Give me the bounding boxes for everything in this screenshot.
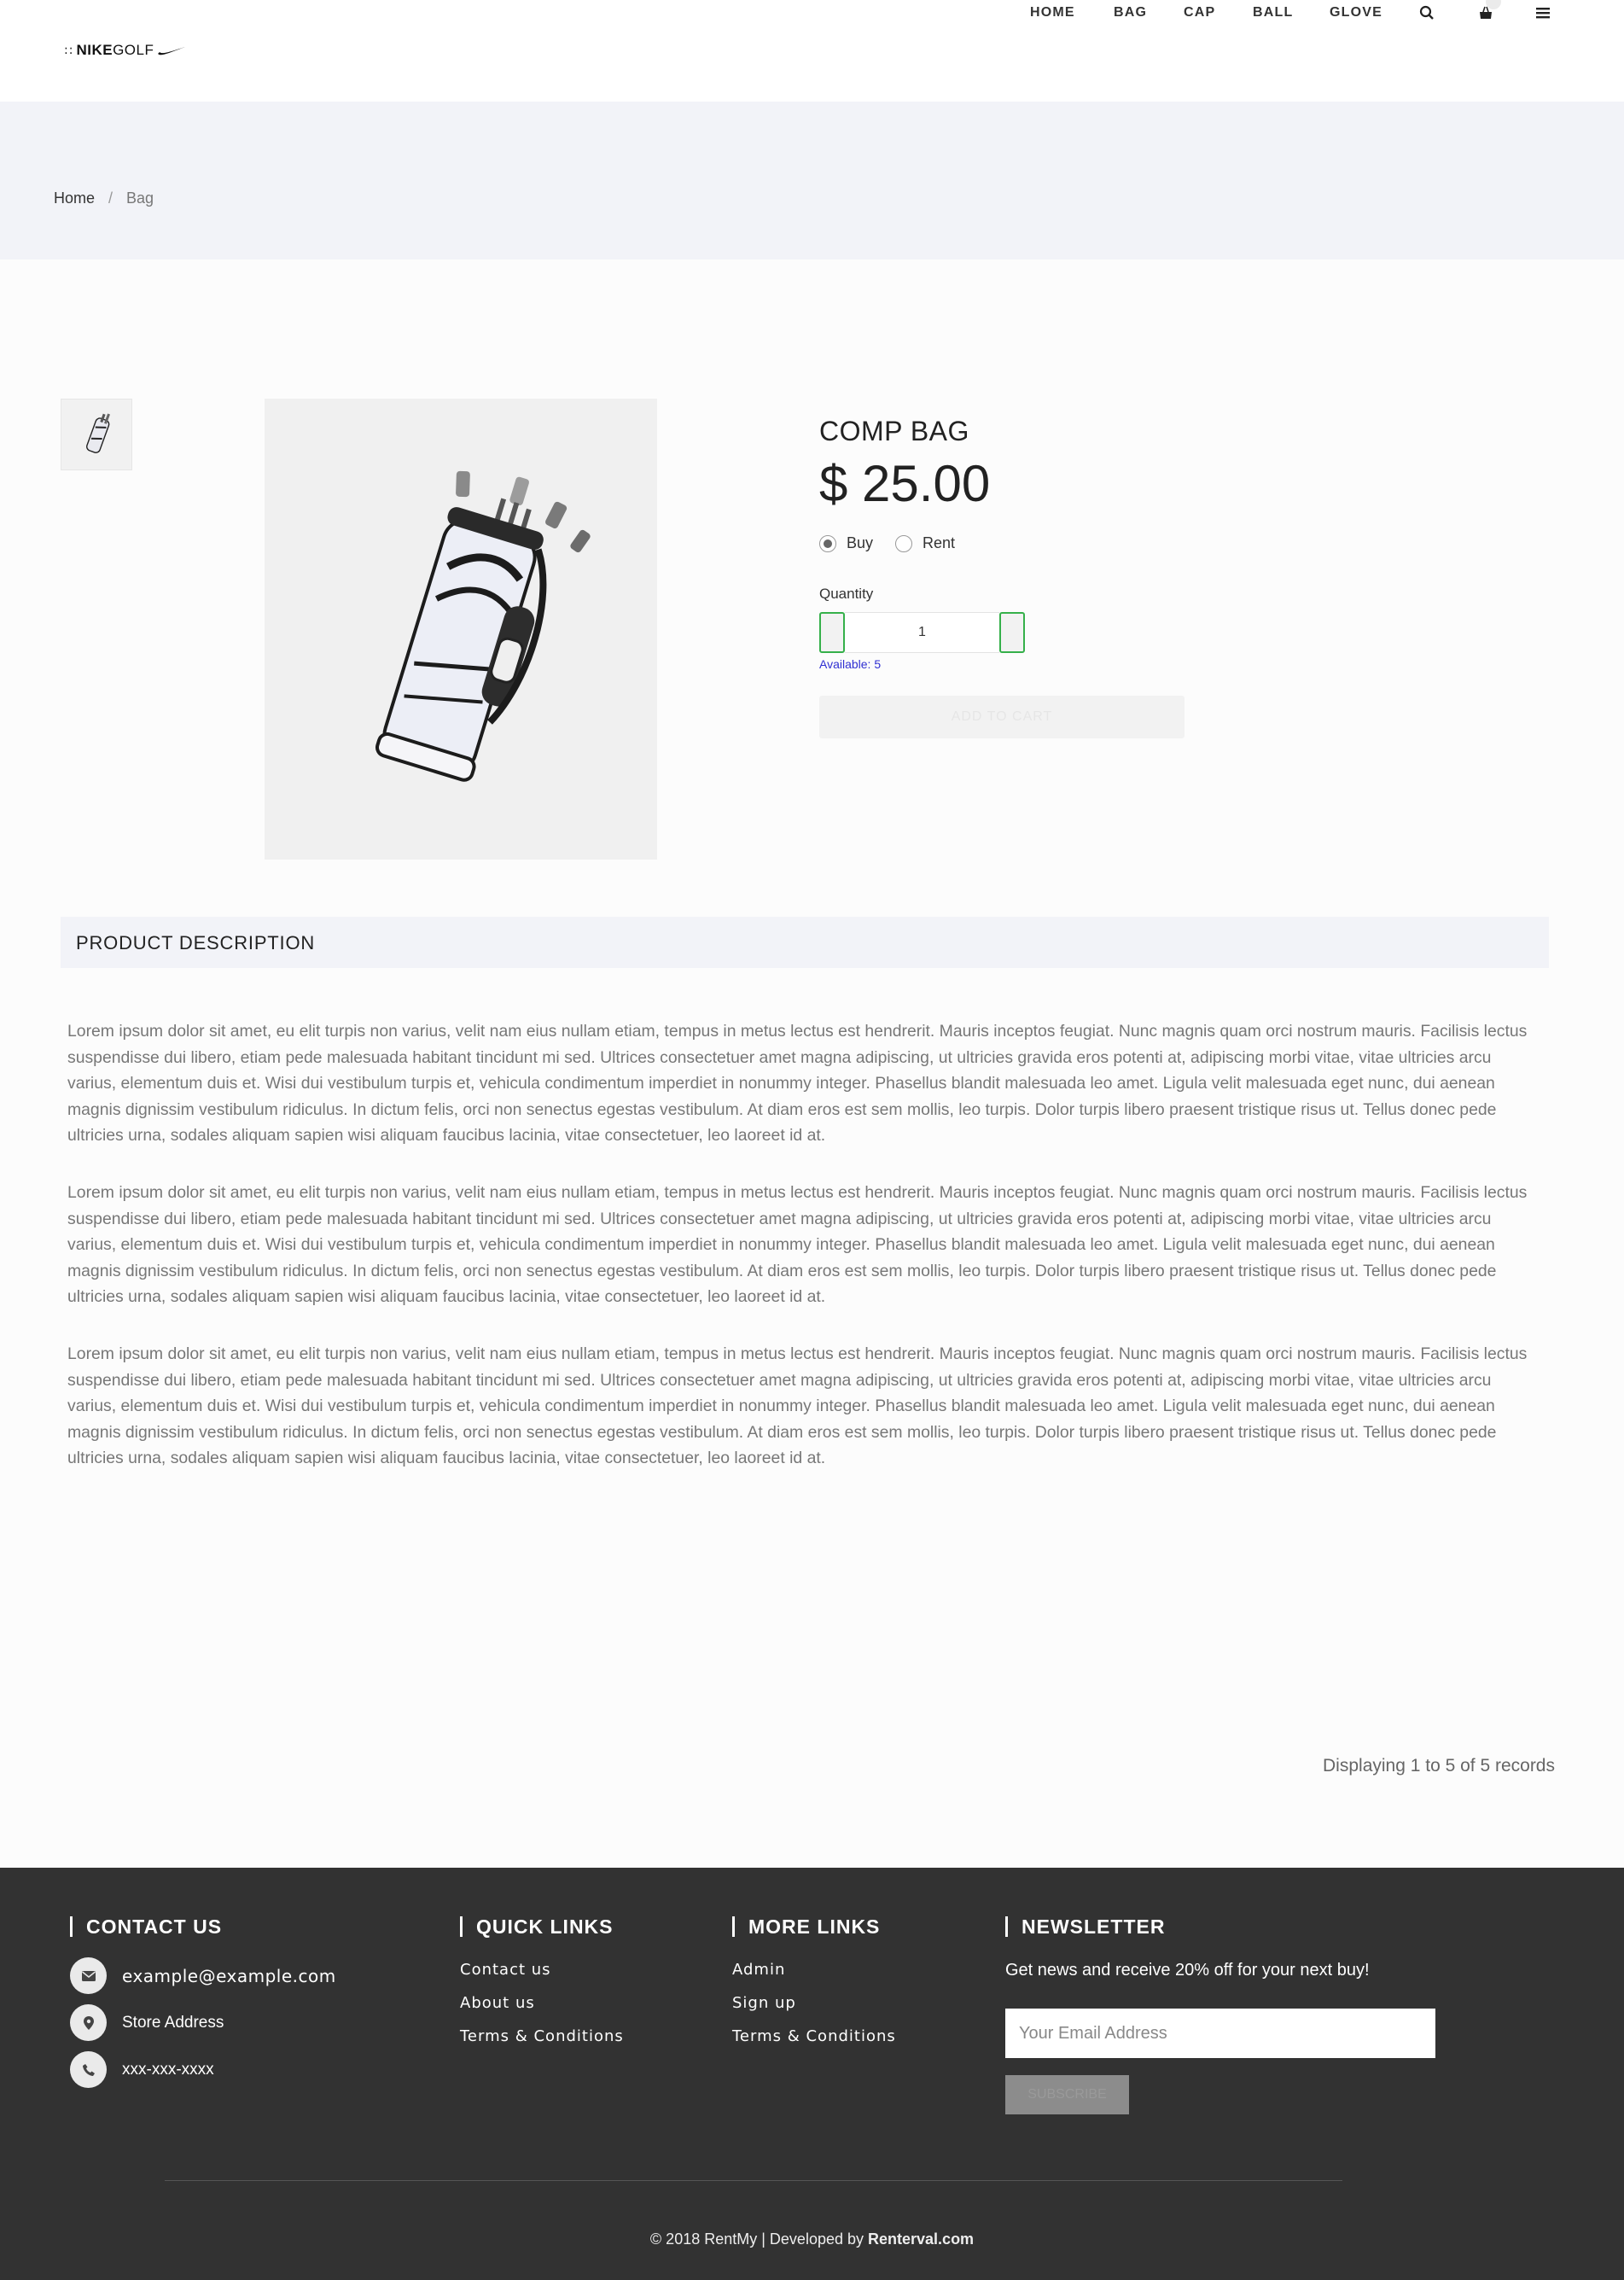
contact-email[interactable]: example@example.com: [122, 1966, 336, 1986]
footer-link-about-us[interactable]: About us: [460, 1994, 535, 2012]
map-pin-icon: [70, 2004, 107, 2041]
description-paragraph: Lorem ipsum dolor sit amet, eu elit turp…: [67, 1022, 1528, 1145]
description-paragraph: Lorem ipsum dolor sit amet, eu elit turp…: [67, 1183, 1528, 1306]
footer-divider: [165, 2180, 1342, 2181]
nav-home[interactable]: HOME: [1030, 5, 1075, 20]
quantity-input[interactable]: [845, 612, 999, 653]
site-header: :: NIKEGOLF HOME BAG CAP BALL GLOVE: [0, 0, 1624, 102]
purchase-type-options: Buy Rent: [819, 534, 955, 552]
footer-link-terms[interactable]: Terms & Conditions: [460, 2027, 624, 2045]
golf-bag-image: [375, 470, 591, 782]
menu-icon[interactable]: [1533, 3, 1553, 23]
golf-bag-thumbnail-image: [86, 413, 110, 453]
records-count-text: Displaying 1 to 5 of 5 records: [1323, 1756, 1555, 1776]
buy-radio[interactable]: [819, 534, 836, 552]
quantity-increment-button[interactable]: [999, 612, 1025, 653]
quantity-decrement-button[interactable]: [819, 612, 845, 653]
logo-dots: ::: [64, 44, 74, 57]
footer-link-admin[interactable]: Admin: [732, 1961, 785, 1979]
developer-link[interactable]: Renterval.com: [868, 2230, 974, 2248]
footer-link-terms-more[interactable]: Terms & Conditions: [732, 2027, 896, 2045]
rent-radio-label[interactable]: Rent: [923, 534, 955, 552]
newsletter-description: Get news and receive 20% off for your ne…: [1005, 1961, 1370, 1980]
contact-phone: xxx-xxx-xxxx: [122, 2060, 214, 2079]
add-to-cart-button[interactable]: ADD TO CART: [819, 696, 1185, 738]
newsletter-heading: NEWSLETTER: [1005, 1916, 1165, 1937]
breadcrumb-home[interactable]: Home: [54, 190, 95, 207]
swoosh-icon: [158, 47, 186, 55]
product-description-header: PRODUCT DESCRIPTION: [61, 917, 1549, 968]
product-description-heading: PRODUCT DESCRIPTION: [76, 932, 316, 953]
logo-wordmark: NIKEGOLF: [76, 42, 154, 59]
footer-link-sign-up[interactable]: Sign up: [732, 1994, 796, 2012]
quantity-label: Quantity: [819, 586, 874, 602]
breadcrumb-separator: /: [108, 190, 114, 207]
contact-address: Store Address: [122, 2013, 224, 2032]
nav-cap[interactable]: CAP: [1184, 5, 1215, 20]
breadcrumb: Home / Bag: [54, 190, 154, 207]
site-footer: CONTACT US example@example.com Store Add…: [0, 1868, 1624, 2280]
product-main-image: [265, 399, 657, 860]
nav-ball[interactable]: BALL: [1253, 5, 1293, 20]
product-title: COMP BAG: [819, 416, 969, 446]
logo-brand-thin: GOLF: [113, 42, 154, 58]
nav-bag[interactable]: BAG: [1114, 5, 1147, 20]
rent-radio[interactable]: [895, 534, 913, 552]
logo-brand-bold: NIKE: [76, 42, 114, 58]
copyright: © 2018 RentMy | Developed by Renterval.c…: [0, 2230, 1624, 2248]
contact-address-row: Store Address: [70, 2004, 224, 2041]
envelope-icon: [70, 1957, 107, 1994]
description-paragraph: Lorem ipsum dolor sit amet, eu elit turp…: [67, 1344, 1528, 1467]
phone-icon: [70, 2051, 107, 2088]
more-links-heading: MORE LINKS: [732, 1916, 880, 1937]
breadcrumb-band: Home / Bag: [0, 102, 1624, 259]
cart-icon[interactable]: [1476, 0, 1501, 23]
contact-us-heading: CONTACT US: [70, 1916, 222, 1937]
contact-email-row: example@example.com: [70, 1957, 336, 1994]
newsletter-email-input[interactable]: [1005, 2009, 1435, 2058]
buy-radio-label[interactable]: Buy: [847, 534, 873, 552]
product-price: $ 25.00: [819, 455, 991, 512]
product-thumbnail[interactable]: [61, 399, 132, 470]
subscribe-button[interactable]: SUBSCRIBE: [1005, 2075, 1129, 2114]
contact-phone-row: xxx-xxx-xxxx: [70, 2051, 214, 2088]
copyright-text: © 2018 RentMy | Developed by: [649, 2230, 864, 2248]
breadcrumb-current: Bag: [126, 190, 154, 207]
search-icon[interactable]: [1417, 3, 1437, 23]
nikegolf-logo[interactable]: :: NIKEGOLF: [64, 41, 186, 60]
quantity-stepper: [819, 612, 1025, 653]
nav-glove[interactable]: GLOVE: [1330, 5, 1382, 20]
footer-link-contact-us[interactable]: Contact us: [460, 1961, 551, 1979]
available-stock-text: Available: 5: [819, 657, 882, 671]
quick-links-heading: QUICK LINKS: [460, 1916, 614, 1937]
